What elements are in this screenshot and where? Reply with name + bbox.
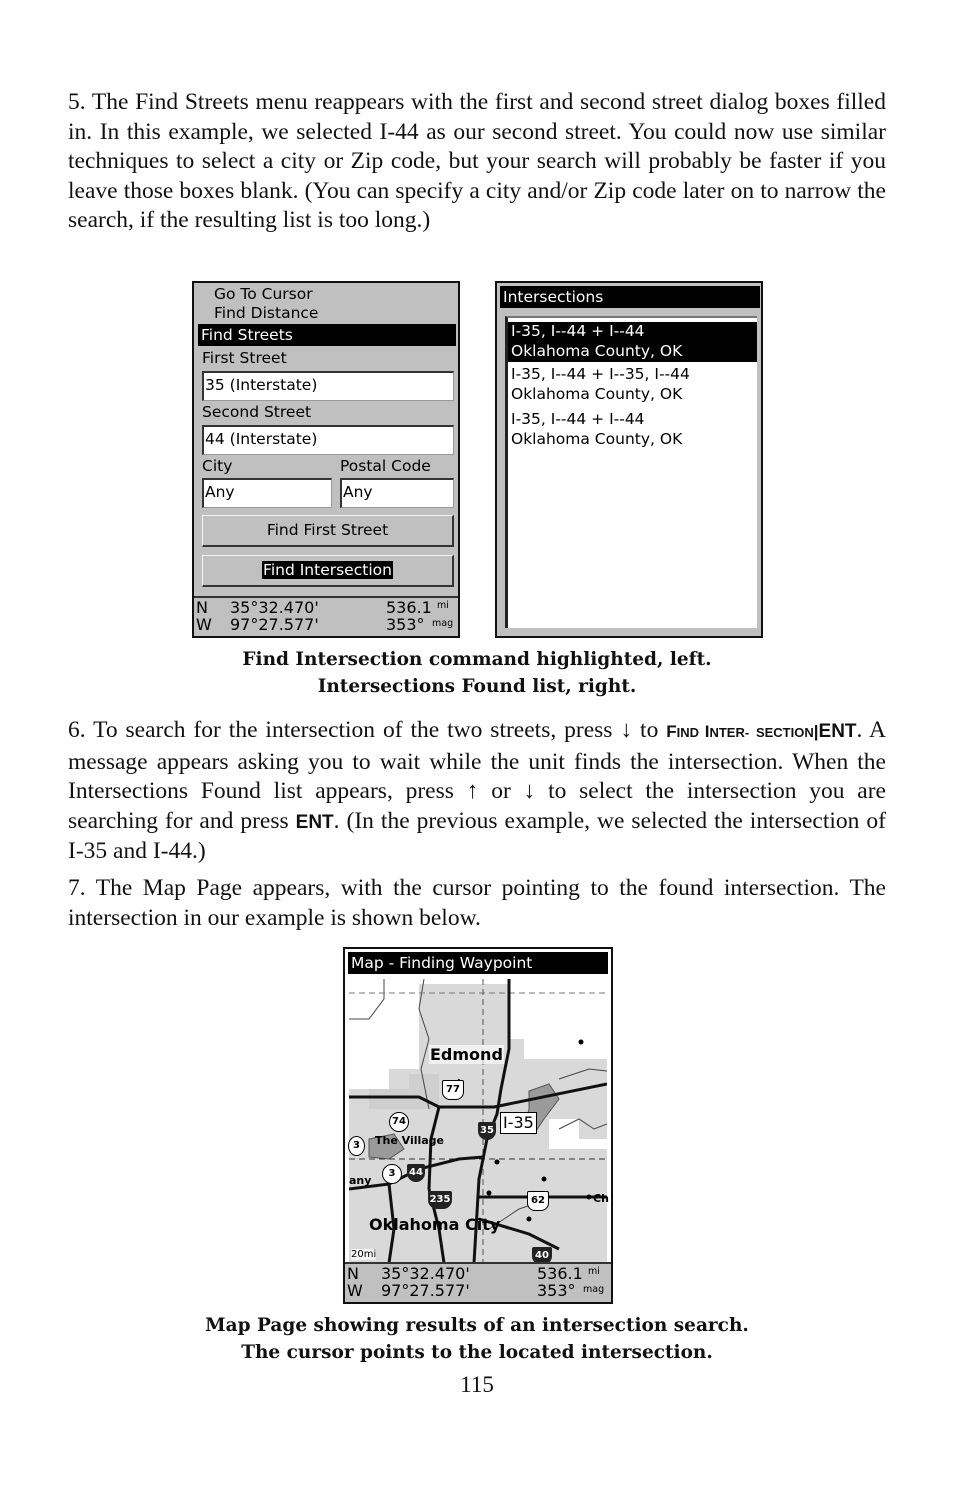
intersection-item[interactable]: I-35, I--44 + I--44 Oklahoma County, OK [508,410,757,450]
bearing-unit: mag [432,618,454,629]
intersection-item[interactable]: I-35, I--44 + I--44 Oklahoma County, OK [508,322,757,362]
down-arrow-key-icon: ↓ [620,717,633,743]
intersection-county: Oklahoma County, OK [511,341,683,360]
map-title: Map - Finding Waypoint [348,952,608,974]
state-route-3-shield: 3 [348,1136,365,1156]
map-scale: 20mi [351,1249,377,1260]
intersection-county: Oklahoma County, OK [511,384,683,403]
find-first-street-button[interactable]: Find First Street [202,515,454,547]
intersections-list[interactable]: I-35, I--44 + I--44 Oklahoma County, OK … [505,316,757,628]
intersection-streets: I-35, I--44 + I--44 [511,322,645,340]
city-label-oklahoma-city: Oklahoma City [369,1215,501,1234]
caption-line: The cursor points to the located interse… [241,1341,713,1363]
ent-key-label: ENT [818,721,857,742]
up-arrow-key-icon: ↑ [466,778,479,804]
distance-unit: mi [437,600,449,611]
text: 6. To search for the intersection of the… [68,717,621,743]
city-field[interactable]: Any [202,478,332,508]
longitude-value: 97°27.577' [230,615,319,634]
state-route-74-shield: 74 [389,1112,409,1132]
paragraph-step-5: 5. The Find Streets menu reappears with … [68,89,886,233]
us-route-62-shield: 62 [527,1191,549,1211]
town-dot [586,1194,592,1200]
text: or [478,778,524,804]
paragraph-step-6: 6. To search for the intersection of the… [68,716,886,867]
interstate-235-shield: 235 [428,1191,452,1209]
city-label: City [202,457,233,475]
paragraph-step-7: 7. The Map Page appears, with the cursor… [68,875,886,931]
find-streets-screen: Go To Cursor Find Distance Find Streets … [192,281,460,638]
caption-line: Find Intersection command highlighted, l… [242,649,712,670]
town-dot [526,1216,532,1222]
town-dot [578,1039,584,1045]
caption-line: Intersections Found list, right. [317,675,637,697]
find-intersection-button[interactable]: Find Intersection [202,555,454,587]
intersection-county: Oklahoma County, OK [511,429,683,448]
city-label-the-village: The Village [375,1134,445,1147]
text: to [632,717,667,743]
longitude-value: 97°27.577' [381,1281,470,1300]
figure-caption-1: Find Intersection command highlighted, l… [0,647,954,700]
map-screen: Map - Finding Waypoint Edmond The Villag… [343,947,613,1304]
intersections-screen: Intersections I-35, I--44 + I--44 Oklaho… [495,281,763,638]
first-street-field[interactable]: 35 (Interstate) [202,371,454,401]
first-street-label: First Street [202,349,287,367]
intersection-streets: I-35, I--44 + I--44 [511,410,645,428]
bearing-value: 353° [386,615,425,634]
page-number: 115 [460,1372,494,1397]
down-arrow-key-icon: ↓ [523,778,536,804]
menu-item-go-to-cursor[interactable]: Go To Cursor [214,285,313,303]
lon-hemisphere: W [196,615,212,634]
interstate-35-shield: 35 [478,1122,496,1140]
second-street-label: Second Street [202,403,312,421]
command-find-intersection: FIND INTER- SECTION| [666,722,819,741]
us-route-77-shield: 77 [442,1080,464,1100]
intersection-item[interactable]: I-35, I--44 + I--35, I--44 Oklahoma Coun… [508,365,757,405]
bearing-unit: mag [583,1284,605,1295]
city-label-ch: Ch [593,1192,609,1205]
state-route-3-shield: 3 [382,1164,402,1184]
menu-item-find-distance[interactable]: Find Distance [214,304,318,319]
interstate-44-shield: 44 [407,1164,425,1182]
distance-unit: mi [588,1266,600,1277]
second-street-field[interactable]: 44 (Interstate) [202,425,454,455]
lon-hemisphere: W [347,1281,363,1300]
postal-code-field[interactable]: Any [340,478,454,508]
city-label-bethany: any [349,1174,372,1187]
intersection-streets: I-35, I--44 + I--35, I--44 [511,365,690,383]
cursor-label-i35: I-35 [500,1112,537,1134]
position-status-bar: N 35°32.470' W 97°27.577' 536.1 mi 353° … [345,1262,611,1302]
bearing-value: 353° [537,1281,576,1300]
caption-line: Map Page showing results of an intersect… [205,1315,749,1336]
find-streets-title: Find Streets [198,324,456,346]
town-dot [486,1190,492,1196]
figure-caption-2: Map Page showing results of an intersect… [0,1313,954,1366]
town-dot [494,1159,500,1165]
postal-code-label: Postal Code [340,457,431,475]
position-status-bar: N 35°32.470' W 97°27.577' 536.1 mi 353° … [194,596,458,636]
city-label-edmond: Edmond [429,1045,504,1064]
find-intersection-label: Find Intersection [262,561,393,579]
ent-key-label: ENT [295,811,334,833]
town-dot [541,1176,547,1182]
intersections-title: Intersections [500,286,760,308]
